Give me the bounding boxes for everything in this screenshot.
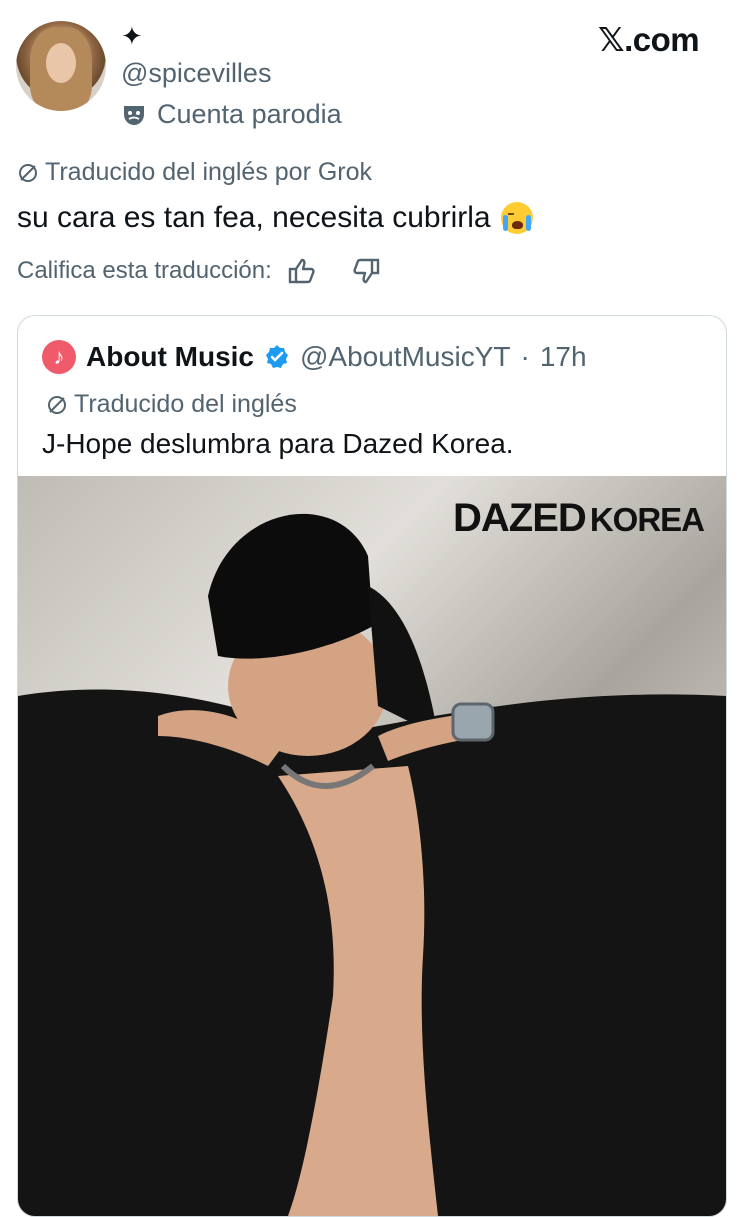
avatar-face xyxy=(46,43,76,83)
translate-icon xyxy=(48,395,66,414)
crying-face-icon xyxy=(500,202,533,234)
dazed-korea-logo: DAZED KOREA xyxy=(453,496,705,541)
sparkle-icon: ✦ xyxy=(121,21,143,51)
verified-badge-icon xyxy=(266,345,288,368)
tweet-body: su cara es tan fea, necesita cubrirla xyxy=(17,201,491,234)
tweet-text: su cara es tan fea, necesita cubrirla xyxy=(17,201,533,235)
user-handle[interactable]: @spicevilles xyxy=(121,58,271,89)
quoted-translated-notice: Traducido del inglés xyxy=(46,390,297,419)
theater-mask-icon xyxy=(124,105,144,125)
rate-translation: Califica esta traducción: xyxy=(17,255,382,287)
photo-figure xyxy=(18,513,726,1216)
parody-label: Cuenta parodia xyxy=(157,99,342,129)
quoted-photo[interactable]: DAZED KOREA xyxy=(18,476,726,1216)
dazed-logo-sub: KOREA xyxy=(589,501,705,538)
site-logo: 𝕏.com xyxy=(598,21,700,58)
thumbs-down-icon[interactable] xyxy=(350,255,382,287)
dazed-logo-main: DAZED xyxy=(453,496,587,540)
quoted-separator: · xyxy=(520,341,530,372)
rate-label: Califica esta traducción: xyxy=(17,257,272,284)
quoted-text: J-Hope deslumbra para Dazed Korea. xyxy=(42,428,514,459)
quoted-handle[interactable]: @AboutMusicYT xyxy=(300,341,511,373)
thumbs-up-icon[interactable] xyxy=(286,255,318,287)
quoted-name[interactable]: About Music xyxy=(86,341,254,373)
avatar[interactable] xyxy=(16,21,106,111)
quoted-header: ♪ About Music @AboutMusicYT · 17h xyxy=(42,340,587,374)
translated-notice: Traducido del inglés por Grok xyxy=(17,158,372,187)
quoted-tweet[interactable]: ♪ About Music @AboutMusicYT · 17h Traduc… xyxy=(17,315,727,1217)
quoted-translated-label: Traducido del inglés xyxy=(74,390,297,418)
parody-badge: Cuenta parodia xyxy=(121,99,342,130)
translate-icon xyxy=(19,163,37,182)
music-note-icon: ♪ xyxy=(42,340,76,374)
quoted-time[interactable]: 17h xyxy=(540,341,587,373)
translated-label: Traducido del inglés por Grok xyxy=(45,158,373,186)
